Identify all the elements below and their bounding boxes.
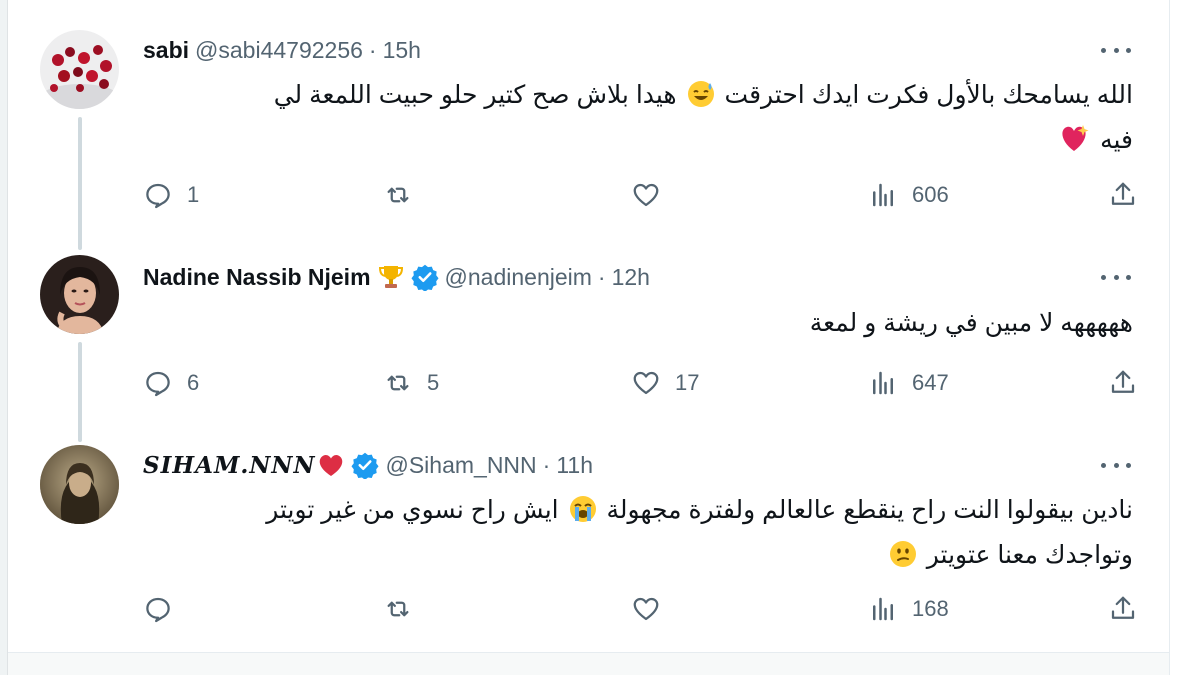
tweet-header: Nadine Nassib Njeim @nadinenjeim · 12h — [143, 262, 650, 292]
tweet-text-part: هيدا بلاش صح كتير حلو حبيت اللمعة لي — [273, 81, 677, 109]
retweet-count: 5 — [427, 370, 440, 395]
tweet-text-part: ايش راح نسوي من غير تويتر — [266, 496, 559, 524]
views-icon — [873, 371, 893, 395]
tweet-text-part: فيه — [1100, 126, 1133, 154]
thread-line — [78, 342, 82, 442]
share-icon — [1111, 596, 1135, 619]
views-count: 647 — [912, 370, 949, 395]
tweet-actions: 168 — [143, 589, 1143, 629]
verified-badge-icon[interactable] — [410, 263, 439, 291]
like-count: 17 — [675, 370, 700, 395]
share-icon — [1111, 370, 1135, 393]
right-margin — [1170, 0, 1200, 675]
reply-icon — [146, 183, 170, 209]
reply-icon — [146, 371, 170, 397]
separator-dot: · — [368, 36, 377, 63]
like-button[interactable] — [631, 589, 675, 629]
views-icon — [873, 597, 893, 621]
avatar-nadine[interactable] — [40, 255, 119, 334]
author-handle[interactable]: @nadinenjeim — [445, 264, 592, 291]
tweet-1[interactable]: sabi @sabi44792256 · 15h الله يسامحك بال… — [8, 0, 1169, 247]
views-button[interactable]: 168 — [868, 589, 949, 629]
author-name[interactable]: sabi — [143, 37, 189, 64]
timestamp[interactable]: 11h — [556, 452, 593, 479]
share-button[interactable] — [1108, 363, 1138, 403]
red-heart-emoji-icon — [317, 452, 345, 478]
like-button[interactable] — [631, 175, 675, 215]
author-handle[interactable]: @Siham_NNN — [385, 452, 536, 479]
reply-button[interactable]: 6 — [143, 363, 199, 403]
left-panel-border — [0, 0, 8, 675]
views-button[interactable]: 606 — [868, 175, 949, 215]
avatar-roses-image — [40, 30, 119, 109]
reply-button[interactable] — [143, 589, 187, 629]
retweet-button[interactable] — [383, 175, 427, 215]
tweet-text-part: وتواجدك معنا عتويتر — [926, 541, 1133, 569]
timestamp[interactable]: 12h — [612, 264, 650, 291]
separator-dot: · — [542, 451, 551, 478]
share-icon — [1111, 182, 1135, 205]
tweet-header: sabi @sabi44792256 · 15h — [143, 35, 421, 65]
views-icon — [873, 183, 893, 207]
reply-count: 1 — [187, 182, 200, 207]
tweet-2[interactable]: Nadine Nassib Njeim @nadinenjeim · 12h ه… — [8, 240, 1169, 442]
like-icon — [633, 597, 659, 621]
views-button[interactable]: 647 — [868, 363, 949, 403]
verified-badge-icon[interactable] — [351, 451, 380, 479]
sweat-smile-emoji-icon — [687, 80, 715, 120]
tweet-3[interactable]: SIHAM.NNN @Siham_NNN · 11h نادين بيقولوا… — [8, 440, 1169, 652]
sparkling-heart-emoji-icon — [1058, 123, 1090, 165]
share-button[interactable] — [1108, 589, 1138, 629]
retweet-icon — [387, 187, 409, 203]
tweet-text-part: هههههه لا مبين في ريشة و لمعة — [809, 309, 1133, 337]
tweet-text: الله يسامحك بالأول فكرت ايدك احترقت هيدا… — [143, 75, 1133, 165]
author-name[interactable]: SIHAM.NNN — [143, 452, 315, 479]
like-button[interactable]: 17 — [631, 363, 699, 403]
avatar-portrait-image — [40, 445, 119, 524]
tweet-actions: 6 5 17 647 — [143, 363, 1143, 403]
reply-button[interactable]: 1 — [143, 175, 199, 215]
avatar-siham[interactable] — [40, 445, 119, 524]
views-count: 606 — [912, 182, 949, 207]
tweet-text: نادين بيقولوا النت راح ينقطع عالعالم ولف… — [143, 490, 1133, 580]
like-icon — [633, 183, 659, 207]
tweet-text-part: نادين بيقولوا النت راح ينقطع عالعالم ولف… — [606, 496, 1133, 524]
tweet-text: هههههه لا مبين في ريشة و لمعة — [143, 303, 1133, 343]
more-icon[interactable] — [1101, 45, 1131, 55]
retweet-button[interactable]: 5 — [383, 363, 439, 403]
author-handle[interactable]: @sabi44792256 — [195, 37, 363, 64]
reply-icon — [146, 597, 170, 623]
more-icon[interactable] — [1101, 272, 1131, 282]
separator-dot: · — [597, 263, 606, 290]
share-button[interactable] — [1108, 175, 1138, 215]
loudly-crying-emoji-icon — [569, 495, 597, 535]
timestamp[interactable]: 15h — [383, 37, 421, 64]
more-icon[interactable] — [1101, 460, 1131, 470]
tweet-header: SIHAM.NNN @Siham_NNN · 11h — [143, 450, 593, 480]
confused-face-emoji-icon — [889, 540, 917, 580]
tweet-actions: 1 606 — [143, 175, 1143, 215]
tweet-text-part: الله يسامحك بالأول فكرت ايدك احترقت — [724, 81, 1133, 109]
avatar-portrait-image — [40, 255, 119, 334]
retweet-icon — [387, 601, 409, 617]
views-count: 168 — [912, 596, 949, 621]
reply-count: 6 — [187, 370, 200, 395]
like-icon — [633, 371, 659, 395]
avatar-sabi[interactable] — [40, 30, 119, 109]
thread-line-top — [78, 240, 82, 250]
thread-line — [78, 117, 82, 247]
author-name[interactable]: Nadine Nassib Njeim — [143, 264, 371, 291]
retweet-button[interactable] — [383, 589, 427, 629]
trophy-emoji-icon — [377, 263, 405, 291]
next-tweet-area — [8, 653, 1169, 675]
retweet-icon — [387, 375, 409, 391]
